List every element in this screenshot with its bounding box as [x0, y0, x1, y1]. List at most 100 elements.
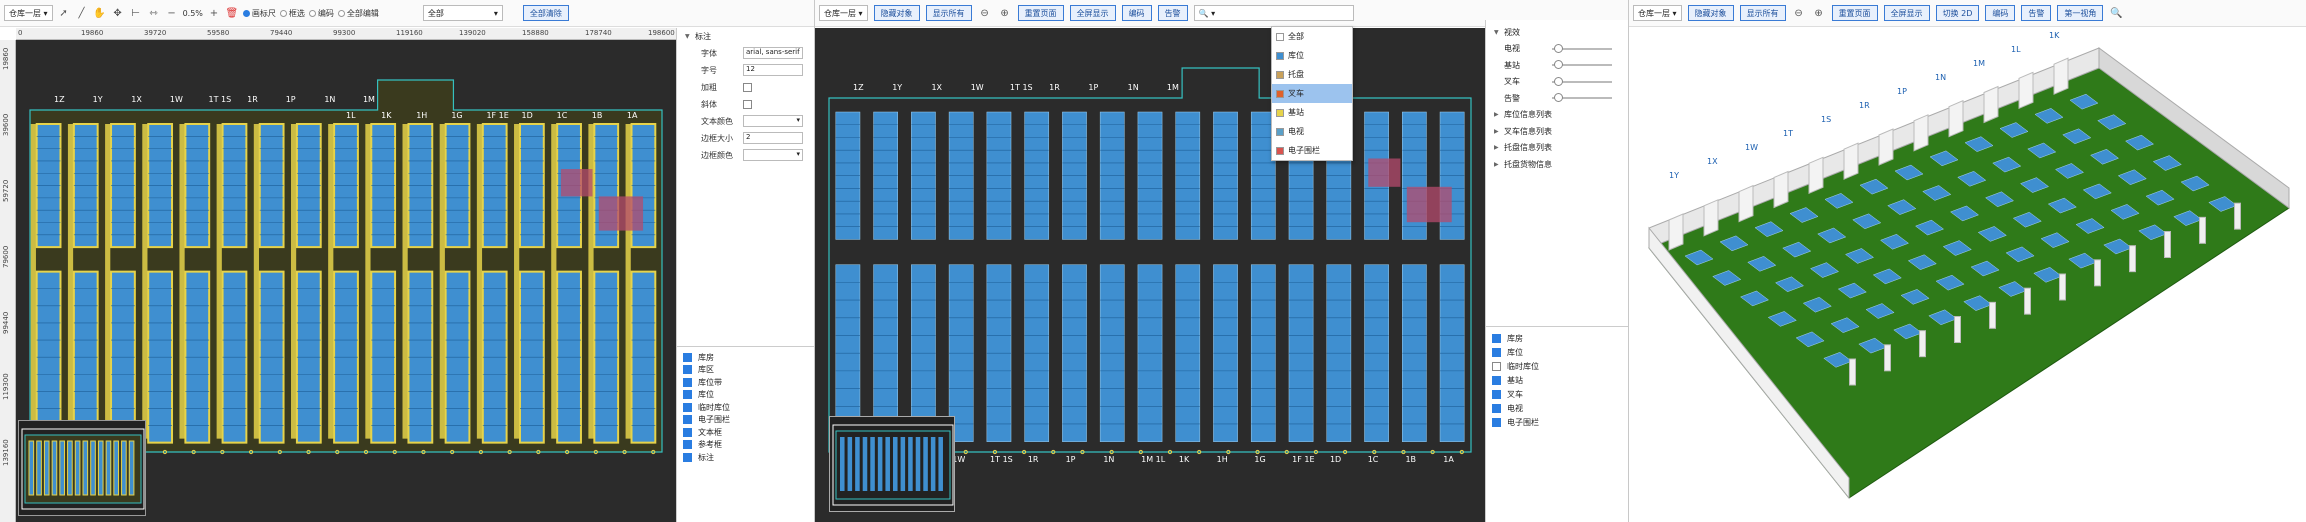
filter-select[interactable]: 全部 ▾ [422, 5, 503, 21]
rack-column[interactable] [439, 123, 471, 444]
hide-objects-button[interactable]: 隐藏对象 [1687, 5, 1734, 21]
rack-column[interactable] [290, 123, 322, 444]
rack-column[interactable] [105, 123, 136, 444]
3d-scene[interactable]: 1Y1X1W1T1S1R1P1N1M1L1K1H [1629, 17, 2306, 522]
reset-page-button[interactable]: 重置页面 [1017, 5, 1064, 21]
rack-column[interactable] [1175, 111, 1201, 442]
mode-select[interactable]: 框选 [279, 8, 305, 19]
zoom-out-icon[interactable]: ⊖ [1792, 6, 1806, 20]
rack-column[interactable] [1326, 111, 1352, 442]
rack-column[interactable] [1402, 111, 1427, 442]
search-icon[interactable]: 🔍 [2109, 6, 2123, 20]
info-list-item[interactable]: ▶ 托盘货物信息 [1486, 156, 1629, 173]
warehouse-select[interactable]: 仓库一层 ▾ [1633, 5, 1682, 21]
map-canvas[interactable]: 1Z 1Y 1X 1W 1T 1S 1R 1P 1N 1M 1L 1K 1H 1G 1F 1E 1D 1C 1B… [16, 40, 676, 522]
layer-checkbox[interactable] [1492, 389, 1501, 399]
delete-icon[interactable]: 🗑 [225, 6, 239, 20]
layer-item[interactable]: 基站 [1486, 373, 1629, 387]
map-canvas[interactable]: 1Z1Y1X1W1T 1S1R1P1N1M1Z1Y1X1W1T 1S1R1P1N… [815, 28, 1485, 522]
layer-checkbox[interactable] [683, 377, 692, 387]
move-icon[interactable]: ✥ [111, 6, 125, 20]
opacity-slider[interactable] [1552, 76, 1612, 86]
rack-column[interactable] [328, 123, 359, 444]
pointer-icon[interactable]: ➚ [57, 6, 71, 20]
layer-item[interactable]: 叉车 [1486, 387, 1629, 401]
dropdown-option[interactable]: 电子围栏 [1272, 141, 1352, 160]
rack-column[interactable] [1099, 111, 1125, 442]
rack-column[interactable] [476, 123, 508, 444]
zoom-out-icon[interactable]: − [165, 6, 179, 20]
warehouse-select[interactable]: 仓库一层 ▾ [4, 5, 53, 21]
zoom-in-icon[interactable]: ⊕ [998, 6, 1012, 20]
first-person-button[interactable]: 第一视角 [2057, 5, 2104, 21]
search-box[interactable]: 🔍 ▾ [1193, 5, 1354, 21]
rack-column[interactable] [253, 123, 285, 444]
layer-checkbox[interactable] [683, 452, 692, 462]
reset-page-button[interactable]: 重置页面 [1831, 5, 1878, 21]
layer-item[interactable]: 电视 [1486, 401, 1629, 415]
mode-edit-all[interactable]: 全部编辑 [337, 8, 379, 19]
expand-icon[interactable]: ▶ [1494, 161, 1504, 168]
rack-column[interactable] [625, 123, 657, 444]
ruler-icon[interactable]: ⊢ [129, 6, 143, 20]
rack-column[interactable] [30, 123, 62, 444]
layer-item[interactable]: 库房 [677, 351, 814, 364]
layer-checkbox[interactable] [1492, 403, 1501, 413]
property-input[interactable]: arial, sans-serif [743, 47, 803, 59]
expand-icon[interactable]: ▶ [1494, 144, 1504, 151]
dropdown-option[interactable]: 叉车 [1272, 84, 1352, 103]
rack-column[interactable] [588, 123, 620, 444]
zoom-in-icon[interactable]: + [207, 6, 221, 20]
layer-checkbox[interactable] [683, 427, 692, 437]
dropdown-option[interactable]: 库位 [1272, 46, 1352, 65]
rack-column[interactable] [1288, 111, 1314, 442]
alarm-button[interactable]: 告警 [1157, 5, 1188, 21]
rack-column[interactable] [1137, 111, 1163, 442]
rack-column[interactable] [873, 111, 898, 442]
minimap[interactable] [18, 420, 146, 516]
alarm-zone[interactable] [1368, 158, 1401, 187]
opacity-slider[interactable] [1552, 60, 1612, 70]
slider-knob[interactable] [1554, 93, 1563, 103]
dropdown-option[interactable]: 基站 [1272, 103, 1352, 122]
rack-column[interactable] [67, 123, 99, 444]
layer-item[interactable]: 库房 [1486, 331, 1629, 345]
minimap[interactable] [829, 416, 955, 512]
layer-checkbox[interactable] [1492, 333, 1501, 343]
rack-column[interactable] [365, 123, 397, 444]
property-checkbox[interactable] [743, 99, 752, 109]
code-button[interactable]: 编码 [1121, 5, 1152, 21]
info-list-item[interactable]: ▶ 托盘信息列表 [1486, 140, 1629, 157]
layer-checkbox[interactable] [1492, 375, 1501, 385]
layer-item[interactable]: 电子围栏 [677, 414, 814, 427]
rack-column[interactable] [514, 123, 545, 444]
switch-2d-button[interactable]: 切换 2D [1935, 5, 1980, 21]
layer-checkbox[interactable] [1492, 347, 1501, 357]
opacity-slider[interactable] [1552, 93, 1612, 103]
rack-column[interactable] [1250, 111, 1276, 442]
layer-checkbox[interactable] [683, 352, 692, 362]
layer-checkbox[interactable] [683, 415, 692, 425]
rack-column[interactable] [1439, 111, 1465, 442]
layer-checkbox[interactable] [683, 440, 692, 450]
layer-item[interactable]: 库位 [1486, 345, 1629, 359]
rack-column[interactable] [1213, 111, 1238, 442]
rack-column[interactable] [911, 111, 936, 442]
alarm-zone[interactable] [598, 196, 644, 231]
rack-column[interactable] [142, 123, 174, 444]
fullscreen-button[interactable]: 全屏显示 [1883, 5, 1930, 21]
layer-checkbox[interactable] [1492, 361, 1501, 371]
expand-icon[interactable]: ▶ [1494, 111, 1504, 118]
mode-code[interactable]: 编码 [308, 8, 334, 19]
zoom-in-icon[interactable]: ⊕ [1812, 6, 1826, 20]
layer-checkbox[interactable] [1492, 417, 1501, 427]
slider-knob[interactable] [1554, 60, 1563, 70]
alarm-button[interactable]: 告警 [2021, 5, 2052, 21]
type-dropdown[interactable]: 全部 库位 托盘 叉车 基站 电视 电子围栏 [1271, 26, 1353, 161]
fullscreen-button[interactable]: 全屏显示 [1069, 5, 1116, 21]
warehouse-select[interactable]: 仓库一层 ▾ [819, 5, 868, 21]
layer-item[interactable]: 临时库位 [1486, 359, 1629, 373]
property-color-select[interactable]: ▾ [743, 149, 803, 161]
dropdown-option[interactable]: 电视 [1272, 122, 1352, 141]
layer-item[interactable]: 库区 [677, 364, 814, 377]
